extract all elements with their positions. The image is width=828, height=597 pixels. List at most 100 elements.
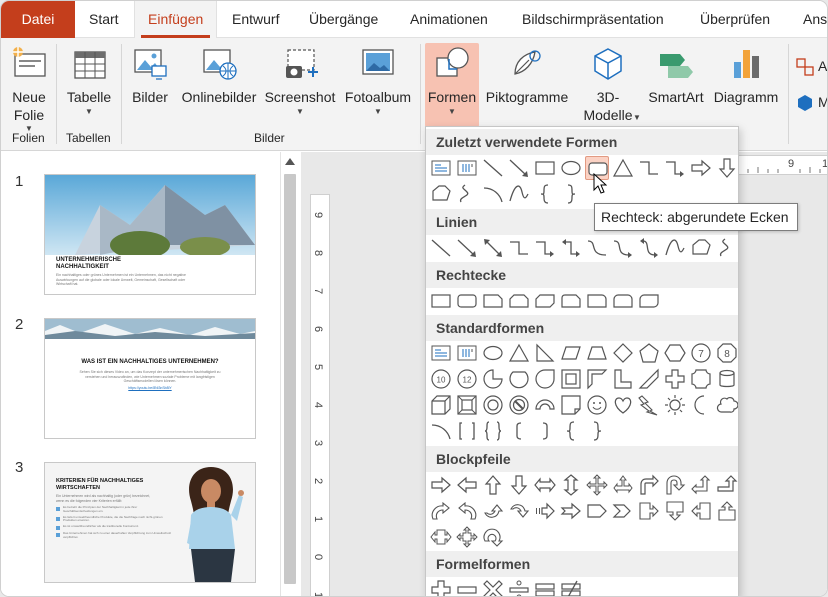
not-equal-shape[interactable] [559, 578, 583, 596]
bent-arrow-shape[interactable] [637, 473, 661, 497]
elbow-connector-shape[interactable] [507, 236, 531, 260]
left-bracket-shape[interactable] [507, 419, 531, 443]
right-arrow-shape[interactable] [689, 156, 713, 180]
arc-shape[interactable] [481, 182, 505, 206]
double-brace-shape[interactable] [481, 419, 505, 443]
vertical-text-box-shape[interactable] [455, 341, 479, 365]
text-box-shape[interactable] [429, 341, 453, 365]
tab-uebergaenge[interactable]: Übergänge [309, 1, 378, 38]
parallelogram-shape[interactable] [559, 341, 583, 365]
circular-arrow-shape[interactable] [481, 525, 505, 549]
quad-arrow-callout-shape[interactable] [455, 525, 479, 549]
left-right-arrow-callout-shape[interactable] [429, 525, 453, 549]
tab-bildschirmpraesentation[interactable]: Bildschirmpräsentation [522, 1, 664, 38]
tab-animationen[interactable]: Animationen [410, 1, 488, 38]
curved-down-arrow-shape[interactable] [507, 499, 531, 523]
freeform-shape[interactable] [429, 182, 453, 206]
diagonal-stripe-shape[interactable] [637, 367, 661, 391]
left-brace-shape[interactable] [533, 182, 557, 206]
left-right-up-arrow-shape[interactable] [611, 473, 635, 497]
right-brace-shape[interactable] [559, 182, 583, 206]
tab-entwurf[interactable]: Entwurf [232, 1, 279, 38]
decagon-shape[interactable]: 10 [429, 367, 453, 391]
elbow-arrow-connector-shape[interactable] [663, 156, 687, 180]
oval-shape[interactable] [559, 156, 583, 180]
curved-double-arrow-shape[interactable] [637, 236, 661, 260]
donut-shape[interactable] [481, 393, 505, 417]
pictures-button[interactable]: Bilder [128, 44, 172, 107]
round-single-corner-shape[interactable] [585, 289, 609, 313]
smiley-shape[interactable] [585, 393, 609, 417]
up-arrow-callout-shape[interactable] [715, 499, 738, 523]
quad-arrow-shape[interactable] [585, 473, 609, 497]
curved-right-arrow-shape[interactable] [429, 499, 453, 523]
m-button[interactable]: M [796, 94, 827, 114]
triangle-shape[interactable] [611, 156, 635, 180]
elbow-arrow-connector-shape[interactable] [533, 236, 557, 260]
round-diagonal-shape[interactable] [637, 289, 661, 313]
moon-shape[interactable] [689, 393, 713, 417]
left-up-arrow-shape[interactable] [689, 473, 713, 497]
half-frame-shape[interactable] [585, 367, 609, 391]
arc-shape[interactable] [429, 419, 453, 443]
divide-shape[interactable] [507, 578, 531, 596]
photo-album-button[interactable]: Fotoalbum ▼ [341, 44, 415, 117]
slide-thumbnail-2[interactable]: WAS IST EIN NACHHALTIGES UNTERNEHMEN? Se… [44, 318, 256, 439]
curved-up-arrow-shape[interactable] [481, 499, 505, 523]
notched-right-arrow-shape[interactable] [559, 499, 583, 523]
tab-ueberpruefen[interactable]: Überprüfen [700, 1, 770, 38]
no-symbol-shape[interactable] [507, 393, 531, 417]
plus-shape[interactable] [429, 578, 453, 596]
pentagon-arrow-shape[interactable] [585, 499, 609, 523]
elbow-connector-shape[interactable] [637, 156, 661, 180]
scribble-shape[interactable] [715, 236, 738, 260]
trapezoid-shape[interactable] [585, 341, 609, 365]
tab-start[interactable]: Start [89, 1, 119, 38]
equal-shape[interactable] [533, 578, 557, 596]
bevel-shape[interactable] [455, 393, 479, 417]
tab-einfuegen[interactable]: Einfügen [134, 1, 218, 38]
scroll-up-icon[interactable] [285, 158, 295, 165]
arrow-line-shape[interactable] [507, 156, 531, 180]
rounded-rectangle-shape[interactable] [455, 289, 479, 313]
curve-shape[interactable] [507, 182, 531, 206]
left-arrow-callout-shape[interactable] [689, 499, 713, 523]
up-down-arrow-shape[interactable] [559, 473, 583, 497]
chart-button[interactable]: Diagramm [709, 44, 783, 107]
snip-single-corner-shape[interactable] [481, 289, 505, 313]
hexagon-shape[interactable] [663, 341, 687, 365]
up-arrow-shape[interactable] [481, 473, 505, 497]
curved-left-arrow-shape[interactable] [455, 499, 479, 523]
new-slide-button[interactable]: Neue Folie ▼ [7, 44, 51, 134]
u-turn-arrow-shape[interactable] [663, 473, 687, 497]
slide-thumbnail-1[interactable]: UNTERNEHMERISCHE NACHHALTIGKEIT Ein nach… [44, 174, 256, 295]
left-brace-shape[interactable] [559, 419, 583, 443]
l-shape-shape[interactable] [611, 367, 635, 391]
3d-models-button[interactable]: 3D- Modelle [576, 44, 640, 124]
double-arrow-line-shape[interactable] [481, 236, 505, 260]
cross-shape[interactable] [663, 367, 687, 391]
cube-shape[interactable] [429, 393, 453, 417]
teardrop-shape[interactable] [533, 367, 557, 391]
dodecagon-shape[interactable]: 12 [455, 367, 479, 391]
freeform-shape[interactable] [689, 236, 713, 260]
minus-shape[interactable] [455, 578, 479, 596]
text-box-shape[interactable] [429, 156, 453, 180]
multiply-shape[interactable] [481, 578, 505, 596]
octagon-shape[interactable]: 8 [715, 341, 738, 365]
chevron-shape[interactable] [611, 499, 635, 523]
right-arrow-shape[interactable] [429, 473, 453, 497]
slide-2-link[interactable]: https://youtu.be/8Ni3nSb8lY [79, 386, 221, 391]
rectangle-shape[interactable] [429, 289, 453, 313]
pie-shape[interactable] [481, 367, 505, 391]
heptagon-shape[interactable]: 7 [689, 341, 713, 365]
online-pictures-button[interactable]: Onlinebilder [177, 44, 261, 107]
slide-thumbnail-3[interactable]: KRITERIEN FÜR NACHHALTIGES WIRTSCHAFTEN … [44, 462, 256, 583]
line-shape[interactable] [481, 156, 505, 180]
cloud-shape[interactable] [715, 393, 738, 417]
pentagon-shape[interactable] [637, 341, 661, 365]
can-shape[interactable] [715, 367, 738, 391]
curved-connector-shape[interactable] [585, 236, 609, 260]
left-right-arrow-shape[interactable] [533, 473, 557, 497]
snip-round-corner-shape[interactable] [559, 289, 583, 313]
